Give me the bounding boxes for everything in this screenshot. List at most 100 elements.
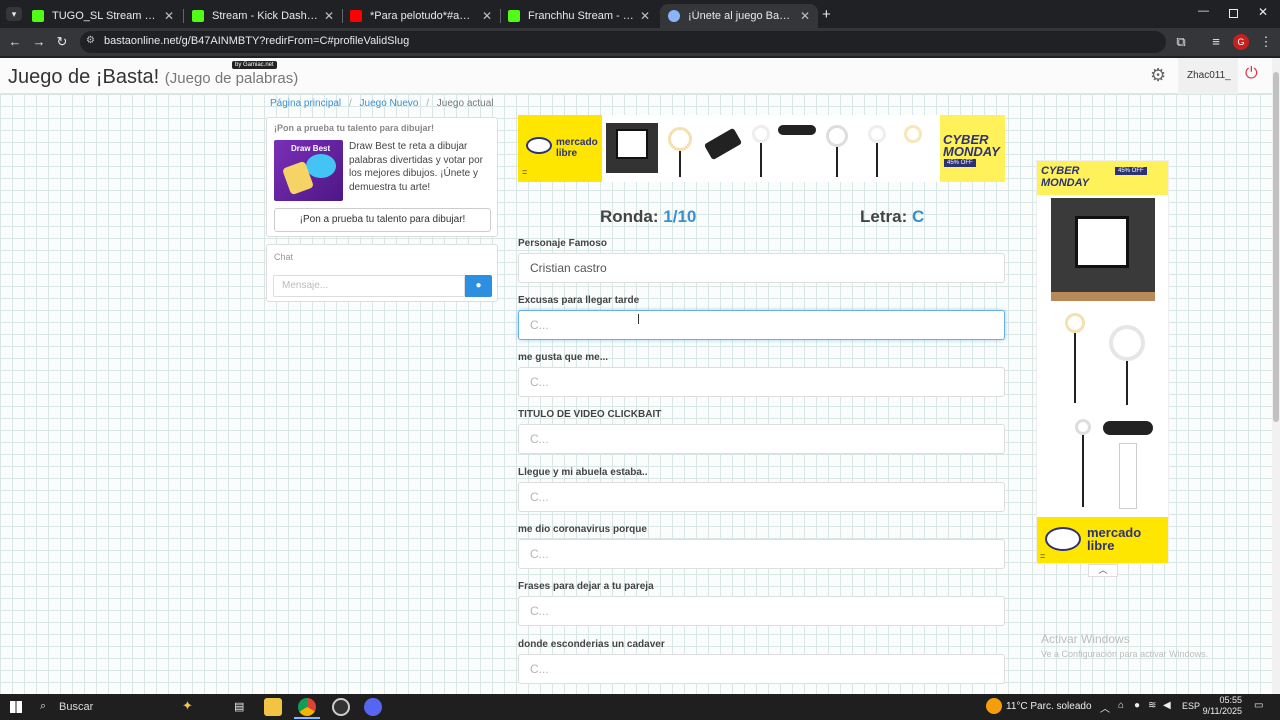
chrome-icon[interactable] [298,698,316,716]
site-info-icon[interactable]: ⚙ [86,35,95,46]
round-value: 1/10 [663,207,697,226]
tab-basta-game[interactable]: ¡Únete al juego Basta! ✕ [660,4,818,28]
tab-kick-dashboard[interactable]: Stream - Kick Dashboard ✕ [184,4,342,28]
search-icon: ⌕ [40,700,47,712]
new-tab-button[interactable]: + [822,6,831,23]
tab-youtube[interactable]: *Para pelotudo*#auronplay #tu ✕ [342,4,500,28]
answer-input-coronavirus[interactable]: C... [518,539,1005,569]
chat-bubble-icon: ● [475,280,482,291]
kick-icon [32,10,44,22]
settings-gear-icon[interactable]: ⚙ [1150,65,1166,86]
discord-icon[interactable] [364,698,382,716]
obs-icon[interactable] [332,698,350,716]
tripod-product-image [1051,415,1155,515]
breadcrumb: Página principal / Juego Nuevo / Juego a… [270,98,494,109]
field-label: Frases para dejar a tu pareja [518,581,654,592]
answer-input-abuela[interactable]: C... [518,482,1005,512]
collapse-ad-button[interactable]: ︿ [1088,564,1118,577]
field-label: Llegue y mi abuela estaba.. [518,467,648,478]
volume-icon[interactable]: ◀ [1163,700,1171,711]
tab-search-button[interactable]: ▾ [6,7,22,21]
close-icon[interactable]: ✕ [324,9,334,23]
mercado-libre-footer: mercado libre = [1037,517,1168,563]
letter-indicator: Letra: C [860,207,925,226]
chat-send-button[interactable]: ● [465,275,492,297]
chat-message-input[interactable]: Mensaje... [273,275,465,297]
mercado-libre-side-ad[interactable]: CYBER MONDAY 45% OFF mercado libre = [1036,160,1169,564]
chevron-up-icon: ︿ [1098,565,1108,575]
close-icon[interactable]: ✕ [482,9,492,23]
round-indicator: Ronda: 1/10 [600,207,697,226]
scrollbar-thumb[interactable] [1273,72,1279,422]
youtube-icon [350,10,362,22]
minimize-button[interactable]: — [1198,5,1209,17]
breadcrumb-current: Juego actual [436,98,494,109]
network-icon[interactable]: ⌂ [1118,700,1124,711]
task-view-icon[interactable]: ▤ [234,700,244,713]
username[interactable]: Zhac011_ [1187,70,1231,81]
site-header: Juego de ¡Basta! (Juego de palabras) by … [0,58,1272,94]
promo-button[interactable]: ¡Pon a prueba tu talento para dibujar! [274,208,491,232]
sparkle-icon: ✦ [182,698,193,713]
close-icon[interactable]: ✕ [800,9,810,23]
answer-input-me-gusta[interactable]: C... [518,367,1005,397]
language-indicator[interactable]: ESP [1182,701,1200,711]
answer-input-late-excuses[interactable]: C... [518,310,1005,340]
activation-watermark: Activar Windows Ve a Configuración para … [1041,632,1209,659]
page-title[interactable]: Juego de ¡Basta! (Juego de palabras) [8,66,298,89]
answer-input-famous-person[interactable]: Cristian castro [518,253,1005,283]
ring-light-product-image [1051,309,1155,409]
answer-input-clickbait[interactable]: C... [518,424,1005,454]
file-explorer-icon[interactable] [264,698,282,716]
close-icon[interactable]: ✕ [640,9,650,23]
breadcrumb-home-link[interactable]: Página principal [270,98,341,109]
clock[interactable]: 05:55 9/11/2025 [1202,695,1242,717]
weather-icon [986,698,1002,714]
text-cursor-icon [638,314,639,324]
mercado-libre-logo [1045,527,1081,551]
field-label: Personaje Famoso [518,238,607,249]
promo-text: Draw Best te reta a dibujar palabras div… [349,141,483,193]
notifications-icon[interactable]: ▭ [1254,700,1263,711]
close-icon[interactable]: ✕ [164,9,174,23]
chat-panel: Chat Mensaje... ● [266,244,498,302]
profile-avatar[interactable]: G [1233,34,1249,50]
tab-franchhu-stream[interactable]: Franchhu Stream - Watch Live o ✕ [500,4,658,28]
letter-value: C [911,207,925,226]
gamiac-badge[interactable]: by Gamiac.net [232,61,277,69]
reading-list-icon[interactable]: ≡ [1207,33,1225,51]
mercado-libre-logo [526,137,552,154]
chat-label: Chat [274,252,294,262]
windows-start-icon[interactable] [10,701,22,713]
field-label: me dio coronavirus porque [518,524,647,535]
promo-heading: ¡Pon a prueba tu talento para dibujar! [274,123,435,133]
window-close-button[interactable]: ✕ [1258,5,1268,19]
kick-icon [508,10,520,22]
reload-icon[interactable]: ↻ [53,33,71,51]
tab-tugo-stream[interactable]: TUGO_SL Stream - Watch Live o ✕ [24,4,182,28]
power-icon[interactable]: ⏻ [1245,65,1258,83]
weather-text[interactable]: 11°C Parc. soleado [1006,701,1092,712]
kick-icon [192,10,204,22]
microphone-icon[interactable]: ● [1134,700,1140,711]
field-label: TITULO DE VIDEO CLICKBAIT [518,409,662,420]
wifi-icon[interactable]: ≋ [1148,700,1156,711]
menu-kebab-icon[interactable]: ⋮ [1257,33,1275,51]
draw-best-logo[interactable]: Draw Best [274,140,343,201]
answer-input-hide-body[interactable]: C... [518,654,1005,684]
address-bar[interactable]: ⚙ bastaonline.net/g/B47AINMBTY?redirFrom… [80,31,1166,53]
answer-input-breakup-phrases[interactable]: C... [518,596,1005,626]
restore-button[interactable] [1229,9,1238,18]
extensions-icon[interactable]: ⧉ [1172,33,1190,51]
cyber-monday-header: CYBER MONDAY 45% OFF [1037,161,1168,195]
back-icon[interactable]: ← [6,33,24,51]
forward-icon[interactable]: → [30,33,48,51]
breadcrumb-new-game-link[interactable]: Juego Nuevo [360,98,419,109]
mercado-libre-banner-ad[interactable]: mercado libre = CYBER MONDAY 45% OFF [518,115,1005,182]
windows-taskbar: ⌕ Buscar ✦ ▤ 11°C Parc. soleado ︿ ⌂ ● ≋ … [0,694,1280,720]
taskbar-search[interactable]: ⌕ Buscar ✦ [34,696,220,718]
canvas-product-image [1051,198,1155,301]
tray-chevron-icon[interactable]: ︿ [1100,700,1110,715]
url-text: bastaonline.net/g/B47AINMBTY?redirFrom=C… [104,35,410,47]
cyber-monday-badge: CYBER MONDAY 45% OFF [940,115,1005,182]
